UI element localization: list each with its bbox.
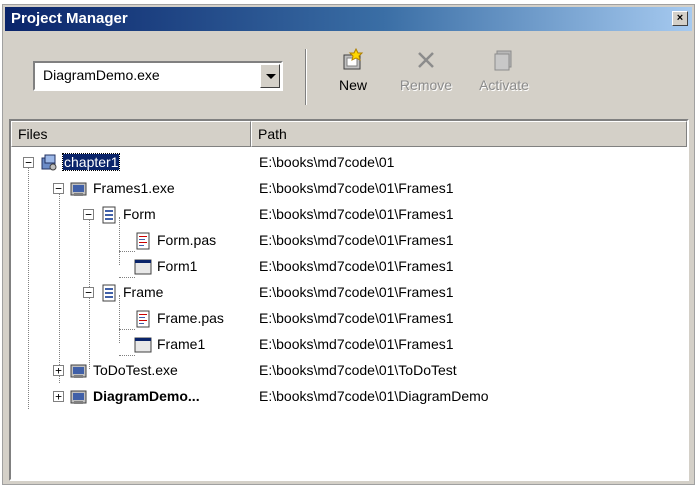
files-column-header[interactable]: Files [11, 121, 251, 147]
project-exe-icon [69, 179, 89, 199]
tree-item-name[interactable]: Form1 [157, 258, 197, 274]
tree-item-path: E:\books\md7code\01\Frames1 [259, 258, 454, 274]
new-button-label: New [338, 77, 367, 93]
tree-row[interactable]: Frame.pas E:\books\md7code\01\Frames1 [11, 307, 687, 333]
project-combo-value: DiagramDemo.exe [43, 67, 160, 83]
activate-button[interactable]: Activate [465, 47, 543, 93]
tree-item-name[interactable]: Frame1 [157, 336, 205, 352]
tree-item-name[interactable]: Frame.pas [157, 310, 224, 326]
toolbar-separator [305, 49, 307, 105]
tree-item-name[interactable]: Frames1.exe [93, 180, 175, 196]
project-group-icon [39, 153, 59, 173]
tree-item-name[interactable]: ToDoTest.exe [93, 362, 178, 378]
pas-file-icon [133, 309, 153, 329]
collapse-toggle-icon[interactable]: − [53, 183, 64, 194]
tree-item-path: E:\books\md7code\01\Frames1 [259, 284, 454, 300]
tree-item-path: E:\books\md7code\01\Frames1 [259, 310, 454, 326]
unit-icon [99, 205, 119, 225]
activate-icon [465, 47, 543, 77]
tree-row[interactable]: + DiagramDemo... E:\books\md7code\01\Diagr… [11, 385, 687, 411]
column-header: Files Path [11, 121, 687, 147]
tree-item-path: E:\books\md7code\01\Frames1 [259, 180, 454, 196]
form-icon [133, 335, 153, 355]
tree-row[interactable]: Frame1 E:\books\md7code\01\Frames1 [11, 333, 687, 359]
expand-toggle-icon[interactable]: + [53, 391, 64, 402]
tree-item-name[interactable]: Form [123, 206, 156, 222]
tree-item-path: E:\books\md7code\01\Frames1 [259, 206, 454, 222]
new-button[interactable]: New [330, 47, 376, 93]
tree-item-name[interactable]: chapter1 [61, 153, 121, 171]
activate-button-label: Activate [479, 77, 529, 93]
path-column-header[interactable]: Path [251, 121, 687, 147]
tree-row[interactable]: Form.pas E:\books\md7code\01\Frames1 [11, 229, 687, 255]
tree-row[interactable]: − Frame E:\books\md7code\01\Frames1 [11, 281, 687, 307]
tree-item-path: E:\books\md7code\01\Frames1 [259, 232, 454, 248]
remove-x-icon [390, 47, 462, 77]
close-button[interactable]: × [672, 11, 688, 26]
tree-item-path: E:\books\md7code\01\ToDoTest [259, 362, 457, 378]
tree-row[interactable]: Form1 E:\books\md7code\01\Frames1 [11, 255, 687, 281]
form-icon [133, 257, 153, 277]
project-manager-window: Project Manager × DiagramDemo.exe New Re… [2, 4, 695, 485]
tree-item-path: E:\books\md7code\01\DiagramDemo [259, 388, 489, 404]
project-tree-panel[interactable]: Files Path − chapter1 E:\books\md7code\01−… [9, 119, 689, 481]
pas-file-icon [133, 231, 153, 251]
project-exe-icon [69, 387, 89, 407]
remove-button-label: Remove [399, 77, 453, 93]
collapse-toggle-icon[interactable]: − [83, 287, 94, 298]
tree-item-name[interactable]: DiagramDemo... [93, 388, 200, 404]
title-bar[interactable]: Project Manager × [5, 7, 692, 31]
project-exe-icon [69, 361, 89, 381]
tree-row[interactable]: − chapter1 E:\books\md7code\01 [11, 151, 687, 177]
unit-icon [99, 283, 119, 303]
toolbar: DiagramDemo.exe New Remove Activate [5, 35, 692, 115]
expand-toggle-icon[interactable]: + [53, 365, 64, 376]
tree-row[interactable]: + ToDoTest.exe E:\books\md7code\01\ToDoTes… [11, 359, 687, 385]
window-title: Project Manager [11, 10, 128, 27]
collapse-toggle-icon[interactable]: − [23, 157, 34, 168]
remove-button[interactable]: Remove [390, 47, 462, 93]
close-icon: × [676, 12, 684, 24]
collapse-toggle-icon[interactable]: − [83, 209, 94, 220]
tree-row[interactable]: − Form E:\books\md7code\01\Frames1 [11, 203, 687, 229]
tree-item-path: E:\books\md7code\01\Frames1 [259, 336, 454, 352]
tree-item-name[interactable]: Form.pas [157, 232, 216, 248]
tree-item-name[interactable]: Frame [123, 284, 163, 300]
new-project-icon [330, 47, 376, 77]
project-combo[interactable]: DiagramDemo.exe [33, 61, 283, 91]
tree-row[interactable]: − Frames1.exe E:\books\md7code\01\Frames1 [11, 177, 687, 203]
tree-item-path: E:\books\md7code\01 [259, 154, 395, 170]
chevron-down-icon[interactable] [260, 64, 280, 88]
